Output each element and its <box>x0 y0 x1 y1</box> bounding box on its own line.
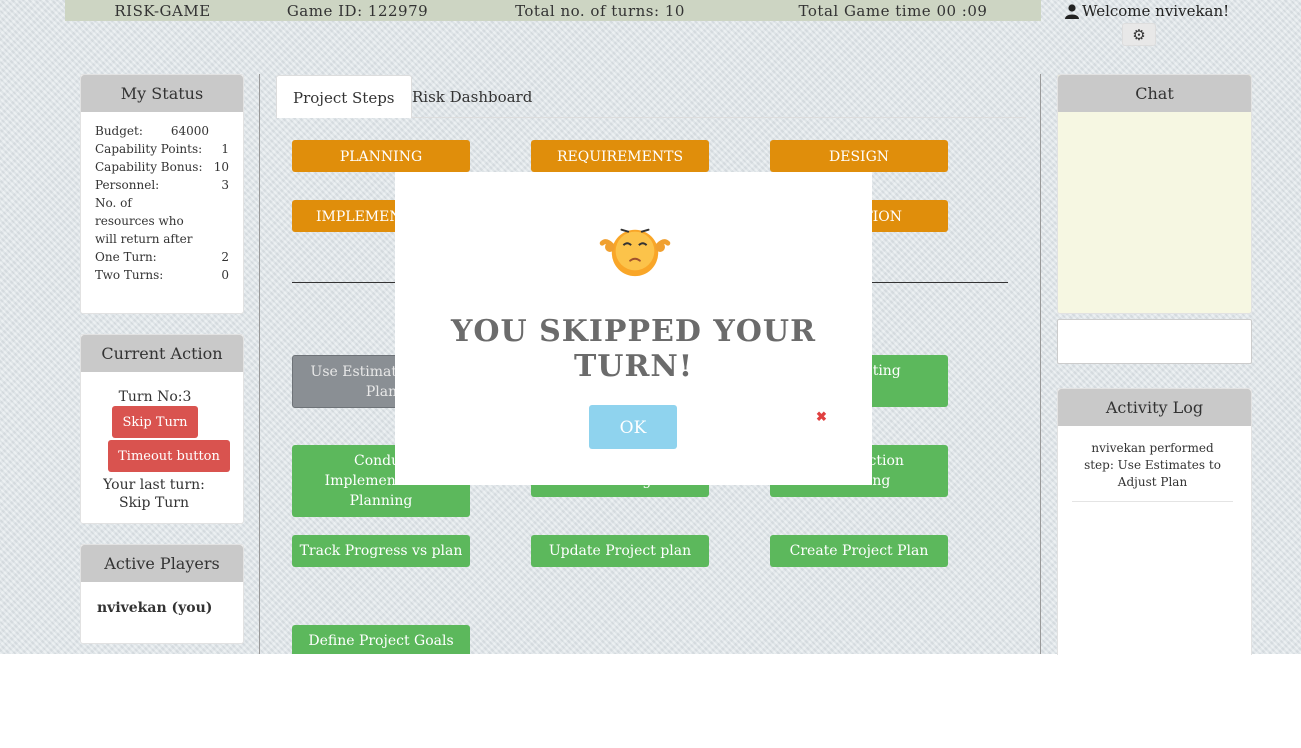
total-turns: Total no. of turns: 10 <box>515 2 685 20</box>
status-row-capability-points: Capability Points: 1 <box>95 140 229 158</box>
skip-turn-button[interactable]: Skip Turn <box>112 406 198 438</box>
status-value: 64000 <box>170 124 209 138</box>
active-players-title: Active Players <box>81 545 243 582</box>
skip-turn-modal: YOU SKIPPED YOUR TURN! OK ✖ <box>395 172 872 485</box>
close-icon[interactable]: ✖ <box>816 410 827 425</box>
player-entry: nvivekan (you) <box>97 600 213 616</box>
current-action-body: Turn No:3 Skip Turn Timeout button Your … <box>81 389 243 511</box>
resources-label: No. of resources who will return after <box>95 196 193 246</box>
status-value: 1 <box>221 142 229 156</box>
activity-log-title: Activity Log <box>1058 389 1251 426</box>
status-row-two-turns: Two Turns: 0 <box>95 266 229 284</box>
status-label: Two Turns: <box>95 268 164 282</box>
status-list: Budget: 64000 Capability Points: 1 Capabil… <box>81 112 243 294</box>
define-project-goals-button[interactable]: Define Project Goals <box>292 625 470 654</box>
status-row-one-turn: One Turn: 2 <box>95 248 229 266</box>
frustrated-face-icon <box>599 228 671 277</box>
track-progress-button[interactable]: Track Progress vs plan <box>292 535 470 567</box>
gear-icon: ⚙ <box>1132 25 1146 44</box>
create-project-plan-button[interactable]: Create Project Plan <box>770 535 948 567</box>
status-row-budget: Budget: 64000 <box>95 122 229 140</box>
step-line: Planning <box>349 493 413 509</box>
my-status-panel: My Status Budget: 64000 Capability Points… <box>80 74 244 314</box>
turn-number: Turn No:3 <box>118 389 192 405</box>
status-row-personnel: Personnel: 3 <box>95 176 229 194</box>
chat-title: Chat <box>1058 75 1251 112</box>
right-divider <box>1040 74 1041 654</box>
status-row-capability-bonus: Capability Bonus: 10 <box>95 158 229 176</box>
update-project-plan-button[interactable]: Update Project plan <box>531 535 709 567</box>
status-label: Capability Bonus: <box>95 160 203 174</box>
timeout-button[interactable]: Timeout button <box>108 440 230 472</box>
status-value: 10 <box>213 160 229 174</box>
current-action-panel: Current Action Turn No:3 Skip Turn Timeo… <box>80 334 244 524</box>
modal-title: YOU SKIPPED YOUR TURN! <box>450 314 816 384</box>
settings-button[interactable]: ⚙ <box>1122 23 1156 46</box>
phase-requirements-button[interactable]: REQUIREMENTS <box>531 140 709 172</box>
last-turn-value: Skip Turn <box>118 495 190 511</box>
game-name: RISK-GAME <box>114 2 211 20</box>
chat-panel: Chat <box>1057 74 1252 314</box>
status-label: Personnel: <box>95 178 160 192</box>
game-info-bar: RISK-GAME Game ID: 122979 Total no. of t… <box>65 0 1041 21</box>
status-label: One Turn: <box>95 250 157 264</box>
step-line: Plan <box>365 383 398 400</box>
log-entry: nvivekan performed step: Use Estimates t… <box>1072 426 1233 502</box>
phase-planning-button[interactable]: PLANNING <box>292 140 470 172</box>
status-label: Budget: <box>95 124 143 138</box>
tab-risk-dashboard[interactable]: Risk Dashboard <box>396 75 548 117</box>
phase-design-button[interactable]: DESIGN <box>770 140 948 172</box>
active-players-panel: Active Players nvivekan (you) <box>80 544 244 644</box>
status-value: 3 <box>221 178 229 192</box>
game-id: Game ID: 122979 <box>286 2 429 20</box>
status-value: 0 <box>221 268 229 282</box>
user-icon <box>1065 4 1079 19</box>
tab-project-steps[interactable]: Project Steps <box>276 75 412 118</box>
main-tabs: Project Steps Risk Dashboard <box>276 75 1026 118</box>
status-label: Capability Points: <box>95 142 203 156</box>
total-game-time: Total Game time 00 :09 <box>798 2 988 20</box>
my-status-title: My Status <box>81 75 243 112</box>
status-value: 2 <box>221 250 229 264</box>
chat-input[interactable] <box>1057 319 1252 364</box>
activity-log-panel: Activity Log nvivekan performed step: Us… <box>1057 388 1252 655</box>
welcome-message: Welcome nvivekan! <box>1064 2 1229 20</box>
current-action-title: Current Action <box>81 335 243 372</box>
left-divider <box>259 74 260 654</box>
last-turn-label: Your last turn: <box>103 477 205 493</box>
ok-button[interactable]: OK <box>589 405 677 449</box>
welcome-text: Welcome nvivekan! <box>1082 2 1230 20</box>
